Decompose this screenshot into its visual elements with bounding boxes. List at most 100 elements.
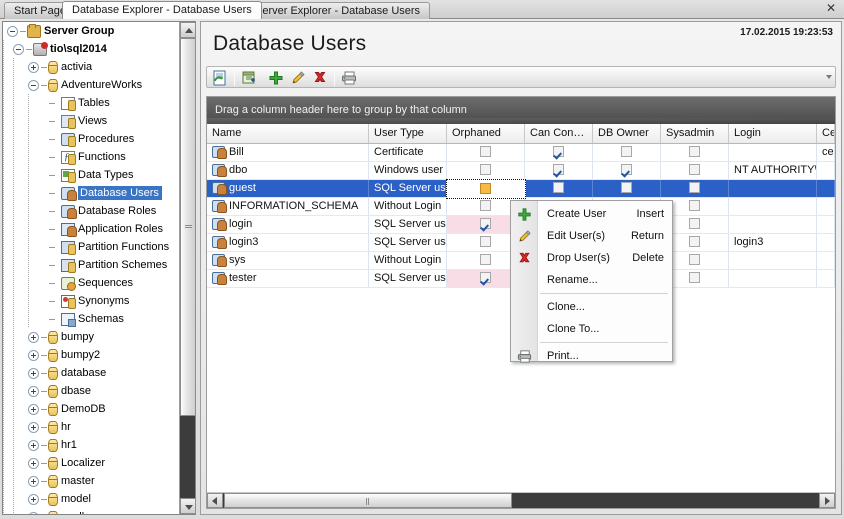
menu-item-clone-to[interactable]: Clone To... [539,318,672,340]
tab-database-explorer[interactable]: Database Explorer - Database Users [62,1,262,19]
sysadmin-checkbox[interactable] [689,182,700,194]
can-connect-checkbox[interactable] [553,146,564,158]
cell-certi[interactable] [817,234,835,251]
object-tree[interactable]: Server Group tio\sql2014 activia AdventureW… [3,22,179,514]
sysadmin-checkbox[interactable] [689,218,700,230]
tree-item-tio-sql2014[interactable]: tio\sql2014 [3,40,179,58]
cell-login[interactable]: NT AUTHORITY\… [729,162,817,179]
cell-login[interactable] [729,144,817,161]
db-owner-checkbox[interactable] [621,182,632,194]
orphaned-checkbox[interactable] [480,218,491,230]
column-header-certi[interactable]: Certi [817,124,835,143]
tree-item-msdb[interactable]: msdb [3,508,179,514]
expand-icon[interactable] [28,439,39,451]
cell-user-type[interactable]: Certificate [369,144,447,161]
db-owner-checkbox[interactable] [621,146,632,158]
cell-certi[interactable] [817,270,835,287]
tree-item-hr[interactable]: hr [3,418,179,436]
user-context-menu[interactable]: Create User Insert Edit User(s) Return Drop … [510,200,673,363]
sysadmin-checkbox[interactable] [689,200,700,212]
menu-item-create-user[interactable]: Create User Insert [539,203,672,225]
tree-item-bumpy[interactable]: bumpy [3,328,179,346]
can-connect-checkbox[interactable] [553,182,564,194]
cell-name[interactable]: sys [207,252,369,269]
expand-icon[interactable] [28,421,39,433]
table-row[interactable]: Bill Certificate certif [207,144,835,162]
toolbar-overflow-chevron-icon[interactable] [826,75,832,79]
cell-login[interactable] [729,270,817,287]
cell-sysadmin[interactable] [661,144,729,161]
drop-user-button[interactable] [311,69,329,87]
column-header-sysadmin[interactable]: Sysadmin [661,124,729,143]
cell-login[interactable] [729,252,817,269]
sysadmin-checkbox[interactable] [689,254,700,266]
column-header-can-con[interactable]: Can Con… [525,124,593,143]
tree-item-partition-functions[interactable]: Partition Functions [3,238,179,256]
grid-scroll-thumb[interactable] [224,493,512,508]
cell-login[interactable] [729,198,817,215]
tree-item-views[interactable]: Views [3,112,179,130]
cell-sysadmin[interactable] [661,180,729,197]
scroll-down-arrow-icon[interactable] [180,498,196,514]
new-object-button[interactable] [240,69,258,87]
menu-item-edit-user-s[interactable]: Edit User(s) Return [539,225,672,247]
menu-item-print[interactable]: Print... [539,345,672,367]
cell-user-type[interactable]: Without Login [369,252,447,269]
cell-login[interactable] [729,180,817,197]
cell-can-con[interactable] [525,162,593,179]
cell-user-type[interactable]: SQL Server user [369,234,447,251]
scroll-left-arrow-icon[interactable] [207,493,223,508]
tree-item-adventureworks[interactable]: AdventureWorks [3,76,179,94]
cell-can-con[interactable] [525,180,593,197]
db-owner-checkbox[interactable] [621,164,632,176]
tree-scroll-thumb[interactable] [180,38,196,416]
cell-certi[interactable]: certif [817,144,835,161]
tree-item-data-types[interactable]: Data Types [3,166,179,184]
column-header-orphaned[interactable]: Orphaned [447,124,525,143]
group-by-dropzone[interactable]: Drag a column header here to group by th… [207,97,835,124]
column-header-user-type[interactable]: User Type [369,124,447,143]
tree-item-model[interactable]: model [3,490,179,508]
tree-item-localizer[interactable]: Localizer [3,454,179,472]
cell-name[interactable]: dbo [207,162,369,179]
table-row[interactable]: dbo Windows user NT AUTHORITY\… [207,162,835,180]
orphaned-checkbox[interactable] [480,254,491,266]
cell-certi[interactable] [817,216,835,233]
expand-icon[interactable] [28,61,39,73]
expand-icon[interactable] [28,331,39,343]
cell-name[interactable]: login3 [207,234,369,251]
grid-horizontal-scrollbar[interactable] [207,492,835,508]
sysadmin-checkbox[interactable] [689,236,700,248]
cell-can-con[interactable] [525,144,593,161]
scroll-right-arrow-icon[interactable] [819,493,835,508]
cell-user-type[interactable]: SQL Server user [369,180,447,197]
tree-item-activia[interactable]: activia [3,58,179,76]
tree-item-demodb[interactable]: DemoDB [3,400,179,418]
cell-orphaned[interactable] [447,144,525,161]
cell-name[interactable]: tester [207,270,369,287]
tree-item-dbase[interactable]: dbase [3,382,179,400]
expand-icon[interactable] [28,367,39,379]
tree-item-master[interactable]: master [3,472,179,490]
orphaned-checkbox[interactable] [480,200,491,212]
cell-name[interactable]: Bill [207,144,369,161]
tree-item-procedures[interactable]: Procedures [3,130,179,148]
tree-item-partition-schemes[interactable]: Partition Schemes [3,256,179,274]
can-connect-checkbox[interactable] [553,164,564,176]
tree-item-database[interactable]: database [3,364,179,382]
sysadmin-checkbox[interactable] [689,146,700,158]
cell-certi[interactable] [817,252,835,269]
menu-item-drop-user-s[interactable]: Drop User(s) Delete [539,247,672,269]
cell-certi[interactable] [817,162,835,179]
column-header-name[interactable]: Name [207,124,369,143]
collapse-icon[interactable] [7,25,18,37]
expand-icon[interactable] [28,511,39,514]
tree-item-server-group[interactable]: Server Group [3,22,179,40]
cell-user-type[interactable]: SQL Server user [369,216,447,233]
expand-icon[interactable] [28,475,39,487]
cell-sysadmin[interactable] [661,162,729,179]
expand-icon[interactable] [28,385,39,397]
cell-name[interactable]: login [207,216,369,233]
tree-item-tables[interactable]: Tables [3,94,179,112]
edit-user-button[interactable] [289,69,307,87]
